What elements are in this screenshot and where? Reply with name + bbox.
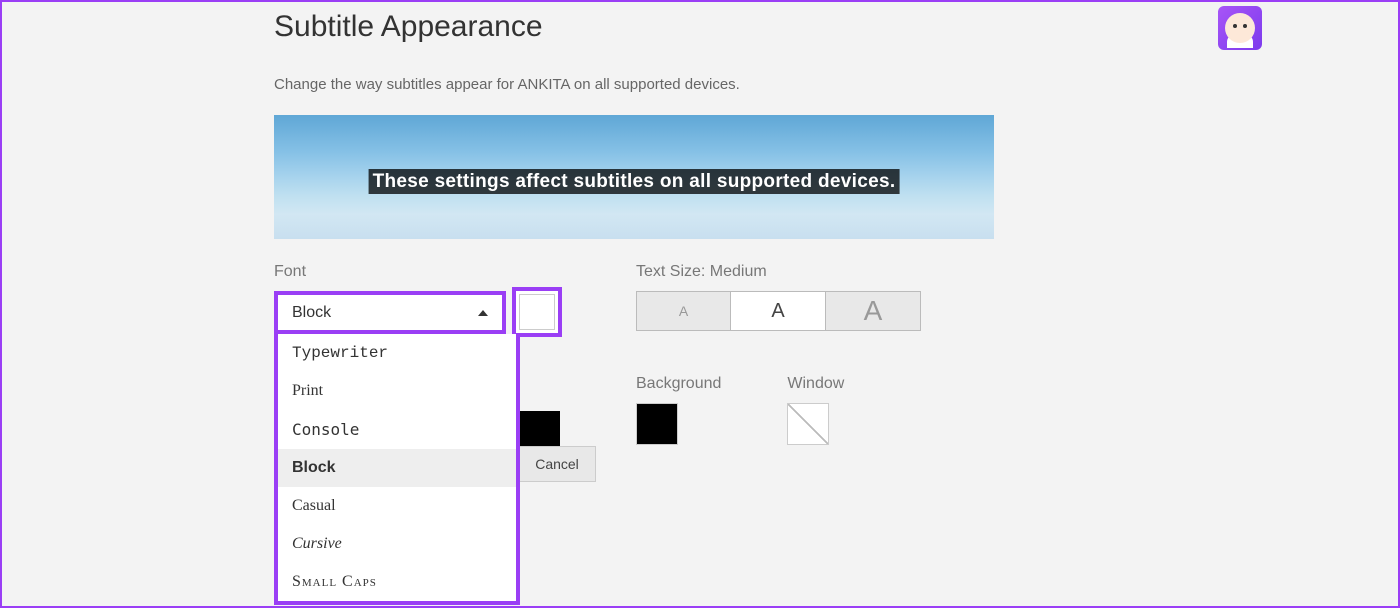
window-label: Window: [787, 375, 844, 393]
background-group: Background: [636, 375, 721, 445]
swatch-row: Background Window: [636, 375, 921, 445]
window-color-swatch[interactable]: [787, 403, 829, 445]
controls-row: Font Block Typewriter Print Console Bloc…: [274, 263, 994, 446]
caret-up-icon: [478, 310, 488, 316]
font-label: Font: [274, 263, 564, 281]
page-subtitle: Change the way subtitles appear for ANKI…: [274, 76, 994, 93]
preview-sample-text: These settings affect subtitles on all s…: [369, 169, 900, 194]
font-color-inner: [519, 294, 555, 330]
font-option-block[interactable]: Block: [278, 449, 516, 487]
background-label: Background: [636, 375, 721, 393]
background-color-swatch[interactable]: [636, 403, 678, 445]
size-buttons: A A A: [636, 291, 921, 331]
textsize-label: Text Size: Medium: [636, 263, 921, 281]
profile-avatar[interactable]: [1218, 6, 1262, 50]
textsize-section: Text Size: Medium A A A Background Windo…: [636, 263, 921, 445]
textsize-large[interactable]: A: [826, 291, 921, 331]
font-option-cursive[interactable]: Cursive: [278, 525, 516, 563]
font-option-casual[interactable]: Casual: [278, 487, 516, 525]
avatar-face: [1225, 13, 1255, 43]
main-content: Subtitle Appearance Change the way subti…: [274, 10, 994, 446]
font-option-smallcaps[interactable]: Small Caps: [278, 563, 516, 601]
textsize-small[interactable]: A: [636, 291, 731, 331]
font-dropdown: Typewriter Print Console Block Casual Cu…: [274, 334, 520, 605]
font-select[interactable]: Block: [274, 291, 506, 334]
font-option-console[interactable]: Console: [278, 410, 516, 449]
font-option-print[interactable]: Print: [278, 372, 516, 410]
textsize-medium[interactable]: A: [731, 291, 826, 331]
font-color-swatch[interactable]: [512, 287, 562, 337]
preview-text-wrap: These settings affect subtitles on all s…: [369, 171, 900, 193]
cancel-button[interactable]: Cancel: [518, 446, 596, 482]
window-group: Window: [787, 375, 844, 445]
subtitle-preview: These settings affect subtitles on all s…: [274, 115, 994, 239]
font-section: Font Block Typewriter Print Console Bloc…: [274, 263, 564, 446]
font-row: Block Typewriter Print Console Block Cas…: [274, 291, 564, 334]
font-option-typewriter[interactable]: Typewriter: [278, 334, 516, 372]
page-title: Subtitle Appearance: [274, 10, 994, 44]
font-selected-value: Block: [292, 304, 331, 322]
